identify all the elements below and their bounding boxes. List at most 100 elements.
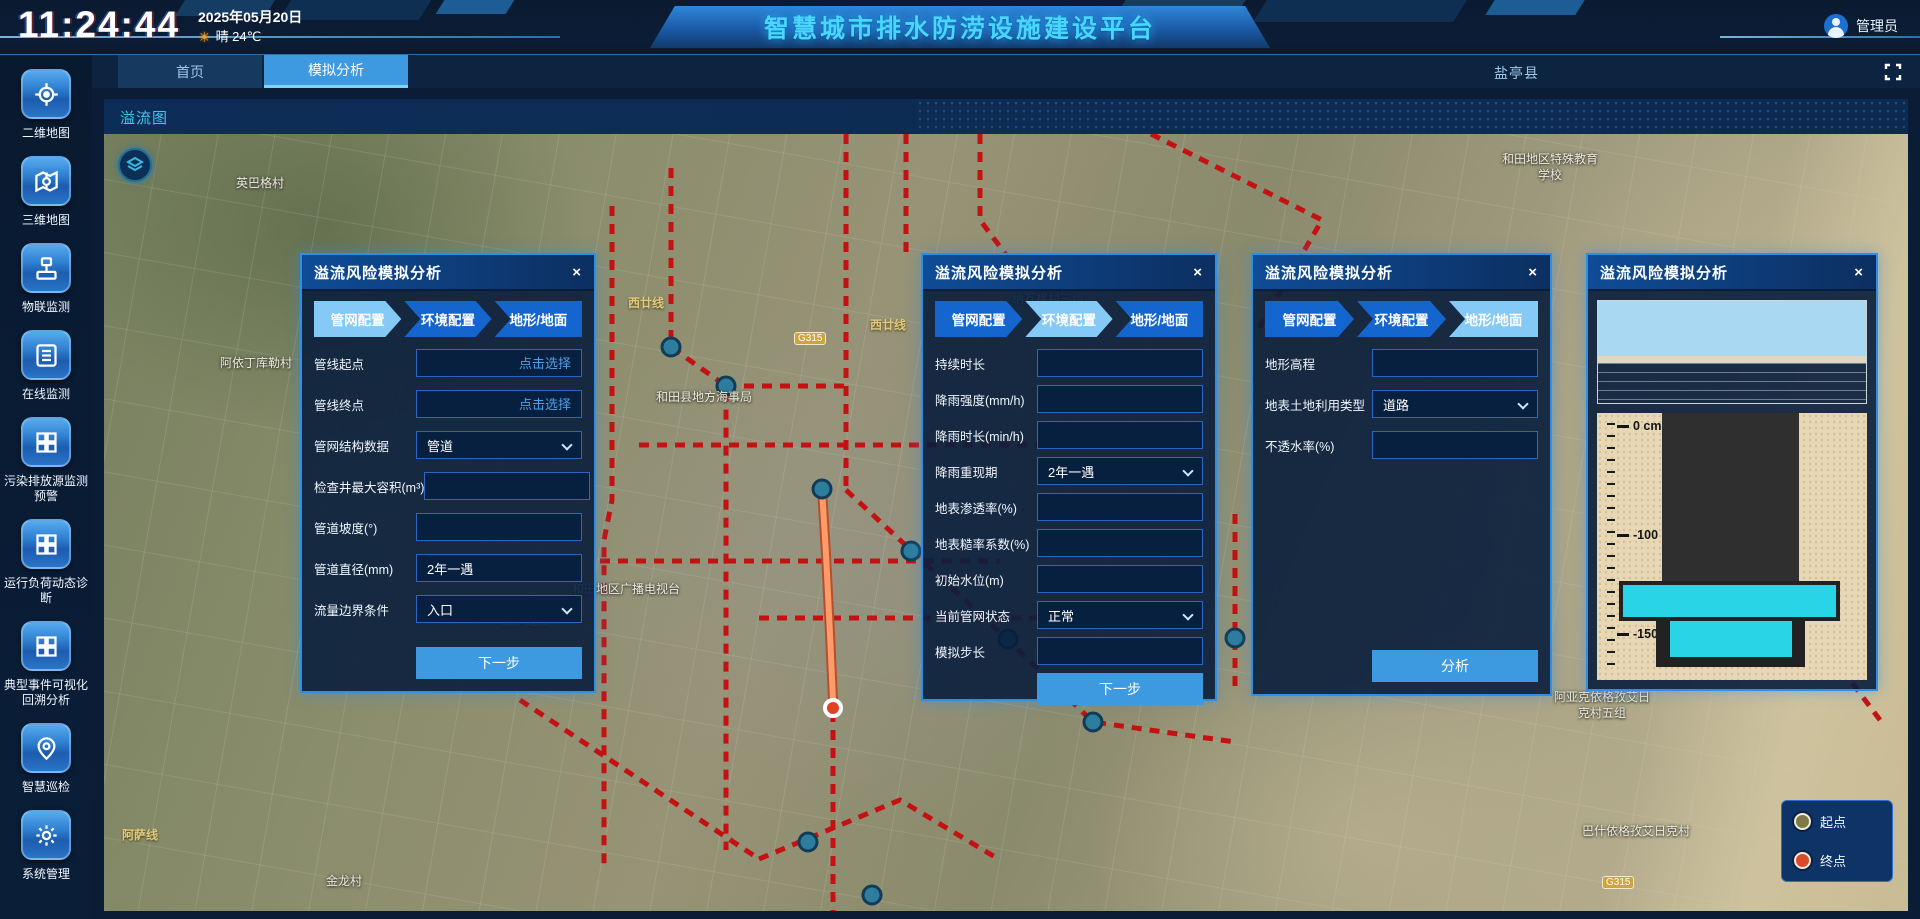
step-tab-pipe-config[interactable]: 管网配置: [314, 301, 401, 337]
surface-roughness-input[interactable]: [1037, 529, 1203, 557]
sidebar-item-label: 在线监测: [22, 387, 70, 402]
sidebar-item-online-monitor[interactable]: 在线监测: [2, 330, 90, 402]
date-weather: 2025年05月20日 ☀ 晴 24℃: [198, 7, 302, 48]
depth-ruler: [1607, 423, 1615, 672]
pipe-node[interactable]: [1226, 629, 1244, 647]
user-avatar-icon: [1824, 14, 1848, 38]
pipe-node[interactable]: [902, 542, 920, 560]
step-tab-environment-config[interactable]: 环境配置: [404, 301, 491, 337]
select-value: 2年一遇: [1048, 462, 1094, 481]
form-row: 模拟步长: [935, 637, 1203, 665]
dialog-environment-config: 溢流风险模拟分析 × 管网配置 环境配置 地形/地面 持续时长 降雨强度(mm/…: [921, 253, 1217, 701]
pipe-node[interactable]: [799, 833, 817, 851]
sidebar-item-label: 三维地图: [22, 213, 70, 228]
pipe-node[interactable]: [863, 886, 881, 904]
sidebar-item-label: 物联监测: [22, 300, 70, 315]
step-tab-pipe-config[interactable]: 管网配置: [1265, 301, 1354, 337]
form-row: 初始水位(m): [935, 565, 1203, 593]
form-row: 持续时长: [935, 349, 1203, 377]
sidebar-item-load-diagnosis[interactable]: 运行负荷动态诊断: [2, 519, 90, 606]
top-header: 11:24:44 2025年05月20日 ☀ 晴 24℃ 智慧城市排水防涝设施建…: [0, 0, 1920, 55]
map-place-label: 阿亚克依格孜艾日克村五组: [1552, 690, 1652, 721]
sidebar-item-event-replay[interactable]: 典型事件可视化回溯分析: [2, 621, 90, 708]
pipe-node-start[interactable]: [813, 480, 831, 498]
close-icon[interactable]: ×: [572, 265, 582, 280]
rain-duration-input[interactable]: [1037, 421, 1203, 449]
chevron-down-icon: [1517, 398, 1528, 409]
field-label: 管线终点: [314, 395, 364, 414]
sidebar-item-3d-map[interactable]: 三维地图: [2, 156, 90, 228]
duration-input[interactable]: [1037, 349, 1203, 377]
load-diagnosis-icon: [21, 519, 71, 569]
step-tab-pipe-config[interactable]: 管网配置: [935, 301, 1022, 337]
pipeline-start-input[interactable]: [416, 349, 582, 377]
form-row: 管线终点: [314, 390, 582, 418]
selected-pipe-segment[interactable]: [822, 489, 833, 700]
field-label: 降雨时长(min/h): [935, 426, 1024, 445]
step-tab-environment-config[interactable]: 环境配置: [1025, 301, 1112, 337]
fullscreen-icon[interactable]: [1884, 63, 1902, 81]
sidebar-item-pollution-warning[interactable]: 污染排放源监测预警: [2, 417, 90, 504]
simulation-step-input[interactable]: [1037, 637, 1203, 665]
pipe-diameter-input[interactable]: [416, 554, 582, 582]
initial-water-level-input[interactable]: [1037, 565, 1203, 593]
field-label: 地形高程: [1265, 354, 1315, 373]
pipe-node[interactable]: [662, 338, 680, 356]
select-value: 正常: [1048, 606, 1074, 625]
legend-item-end: 终点: [1794, 851, 1880, 870]
terrain-elevation-input[interactable]: [1372, 349, 1538, 377]
pipeline-end-input[interactable]: [416, 390, 582, 418]
form-row: 管道坡度(°): [314, 513, 582, 541]
dialog-title-bar: 溢流风险模拟分析 ×: [302, 255, 594, 291]
sidebar-item-iot-monitor[interactable]: 物联监测: [2, 243, 90, 315]
map-place-label: 阿依丁库勒村: [220, 354, 292, 371]
field-label: 持续时长: [935, 354, 985, 373]
manhole-max-volume-input[interactable]: [424, 472, 590, 500]
field-label: 检查井最大容积(m³): [314, 477, 424, 496]
region-label: 盐亭县: [1494, 63, 1539, 83]
sidebar-item-system-settings[interactable]: 系统管理: [2, 810, 90, 882]
impervious-rate-input[interactable]: [1372, 431, 1538, 459]
land-use-type-select[interactable]: 道路: [1372, 390, 1538, 418]
next-step-button[interactable]: 下一步: [416, 647, 582, 679]
soil-cross-section: 0 cm -100 cm -150 cm: [1597, 413, 1867, 680]
header-decoration: [1253, 0, 1467, 22]
tab-simulation-analysis[interactable]: 模拟分析: [264, 55, 408, 88]
form-row: 当前管网状态 正常: [935, 601, 1203, 629]
dialog-title-bar: 溢流风险模拟分析 ×: [1253, 255, 1550, 291]
map-place-label: 金龙村: [326, 872, 362, 889]
user-menu[interactable]: 管理员: [1824, 14, 1898, 38]
sidebar-item-2d-map[interactable]: 二维地图: [2, 69, 90, 141]
title-banner: 智慧城市排水防涝设施建设平台: [650, 6, 1270, 48]
close-icon[interactable]: ×: [1193, 265, 1203, 280]
field-label: 管道坡度(°): [314, 518, 377, 537]
step-tabs: 管网配置 环境配置 地形/地面: [314, 301, 582, 337]
step-tab-terrain-surface[interactable]: 地形/地面: [495, 301, 582, 337]
tab-home[interactable]: 首页: [118, 55, 262, 88]
flow-boundary-select[interactable]: 入口: [416, 595, 582, 623]
water-surface-band: [1598, 363, 1866, 403]
left-sidebar: 二维地图 三维地图 物联监测 在线监测 污染排放源监测预警 运行负荷动态诊断: [0, 55, 92, 919]
layers-icon[interactable]: [118, 148, 152, 182]
next-step-button[interactable]: 下一步: [1037, 673, 1203, 705]
close-icon[interactable]: ×: [1528, 265, 1538, 280]
dialog-title: 溢流风险模拟分析: [1600, 262, 1728, 283]
pipe-structure-select[interactable]: 管道: [416, 431, 582, 459]
analyze-button[interactable]: 分析: [1372, 650, 1538, 682]
rain-return-period-select[interactable]: 2年一遇: [1037, 457, 1203, 485]
pipe-slope-input[interactable]: [416, 513, 582, 541]
step-tab-environment-config[interactable]: 环境配置: [1357, 301, 1446, 337]
select-value: 入口: [427, 600, 453, 619]
field-label: 初始水位(m): [935, 570, 1004, 589]
step-tab-terrain-surface[interactable]: 地形/地面: [1116, 301, 1203, 337]
pipe-network-status-select[interactable]: 正常: [1037, 601, 1203, 629]
pipe-end-marker[interactable]: [825, 700, 841, 716]
legend-label: 起点: [1820, 812, 1846, 831]
chevron-down-icon: [1182, 465, 1193, 476]
rain-intensity-input[interactable]: [1037, 385, 1203, 413]
step-tab-terrain-surface[interactable]: 地形/地面: [1449, 301, 1538, 337]
field-label: 流量边界条件: [314, 600, 389, 619]
close-icon[interactable]: ×: [1854, 265, 1864, 280]
surface-permeability-input[interactable]: [1037, 493, 1203, 521]
sidebar-item-smart-patrol[interactable]: 智慧巡检: [2, 723, 90, 795]
